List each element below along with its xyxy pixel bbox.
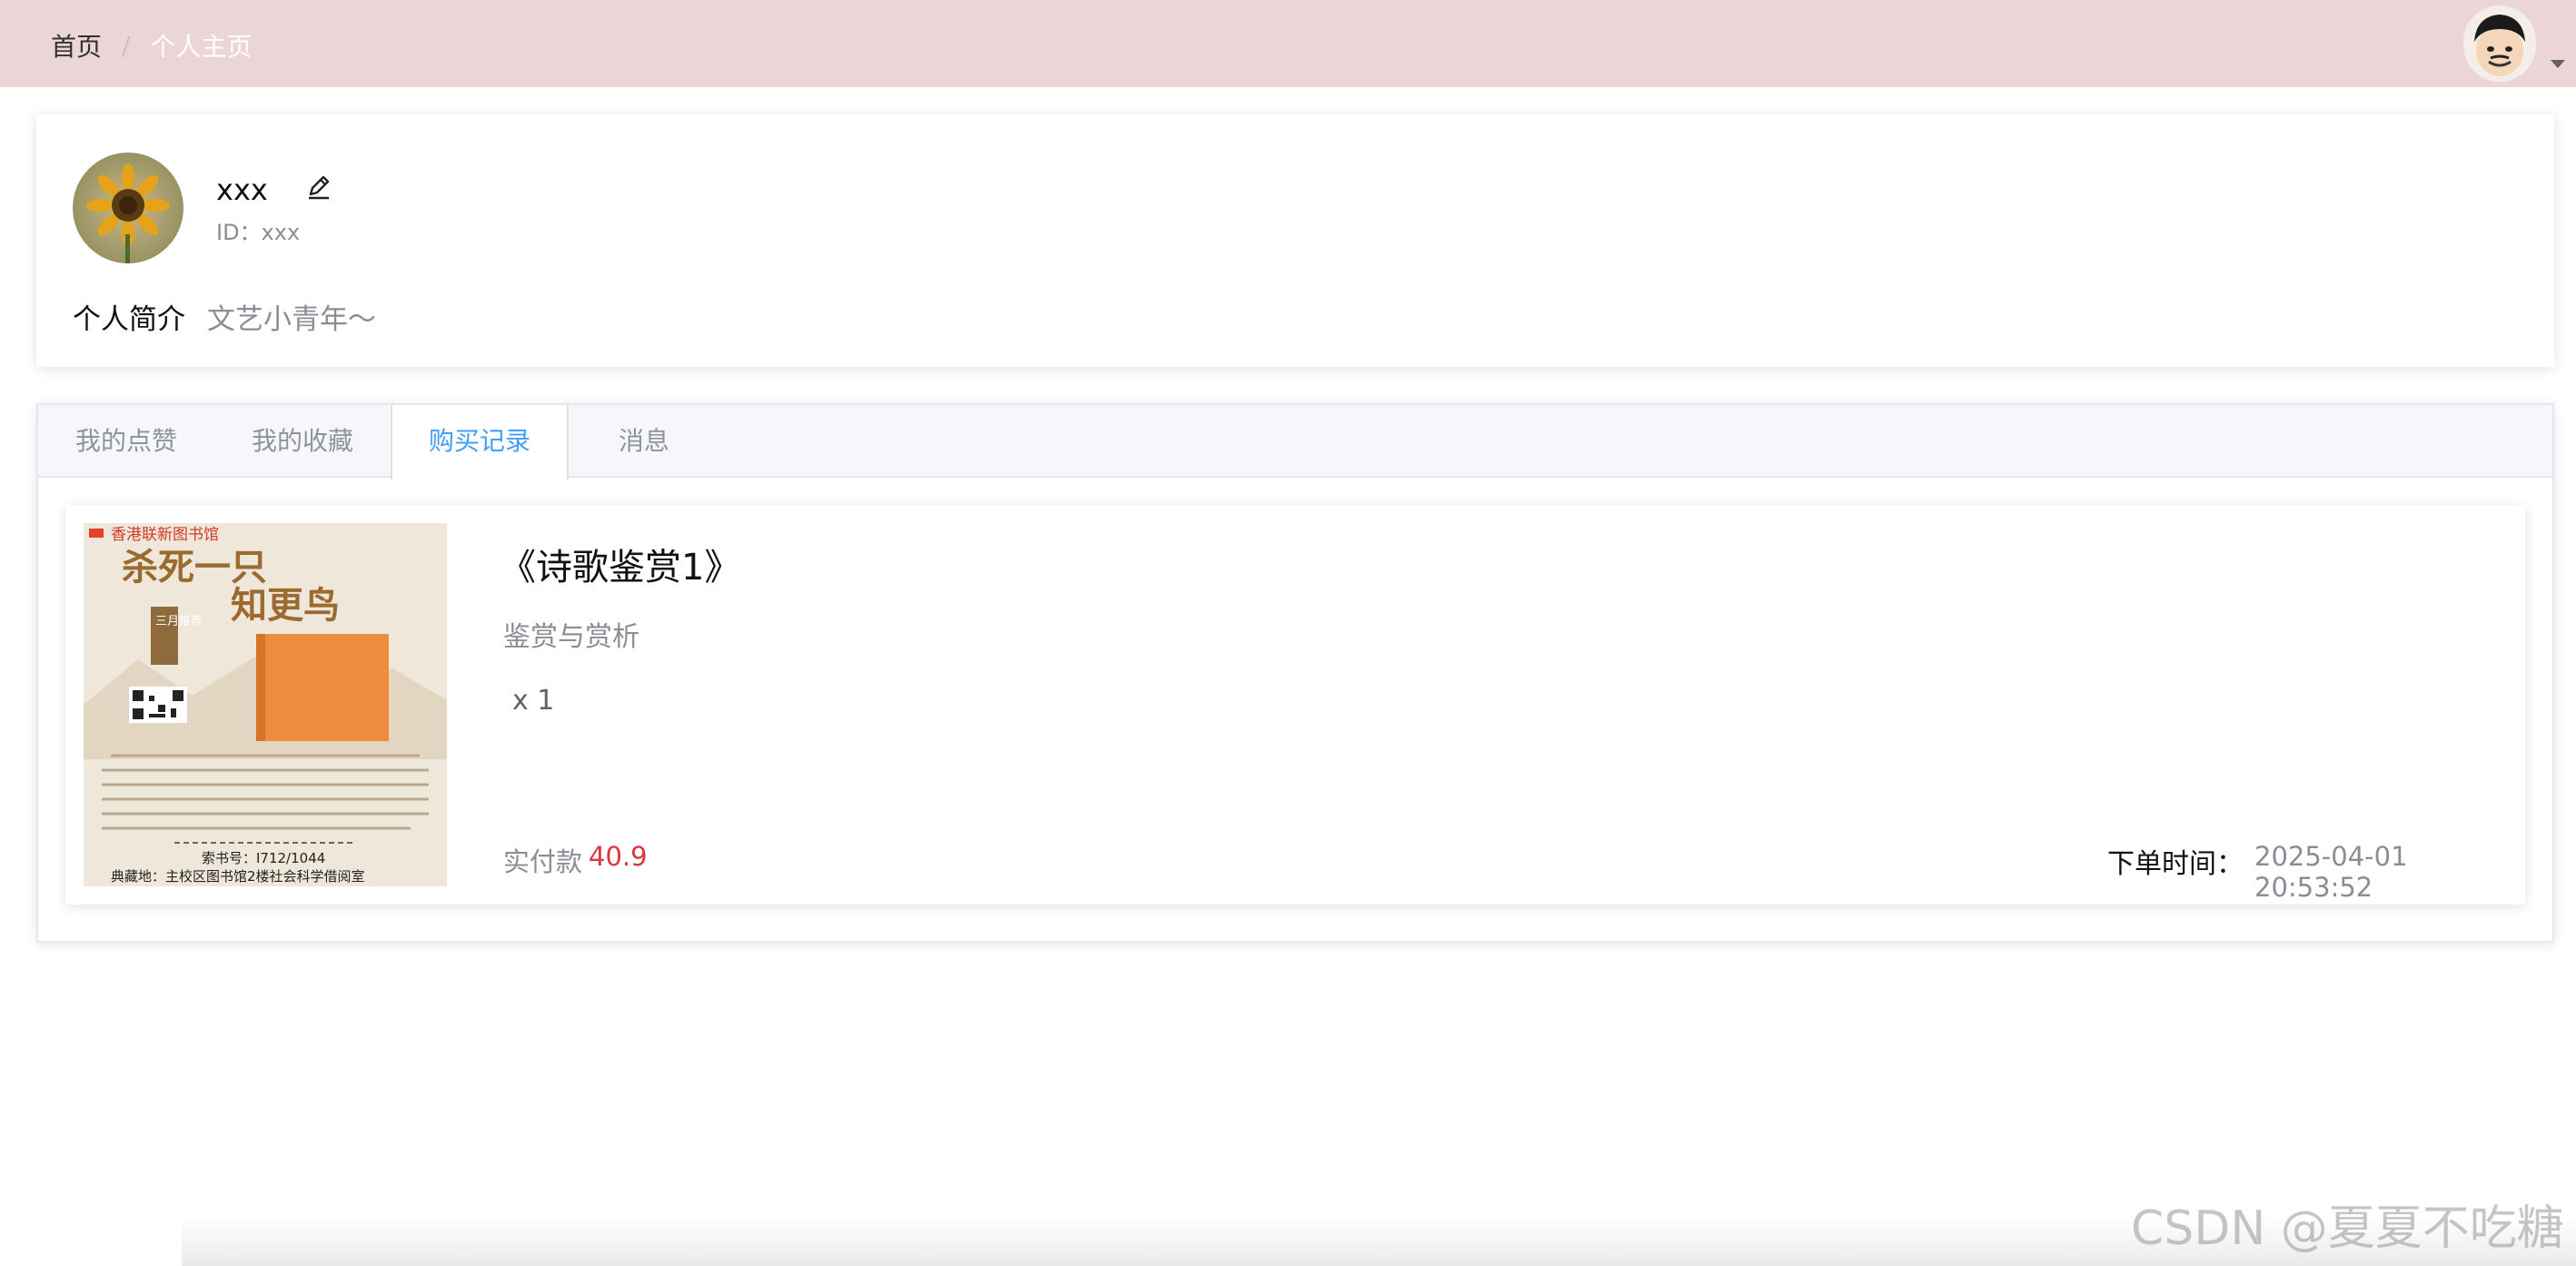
breadcrumb-home[interactable]: 首页 <box>51 27 102 64</box>
order-time-label: 下单时间： <box>2107 848 2244 880</box>
profile-name: xxx <box>216 173 268 207</box>
caret-down-icon[interactable] <box>2551 60 2565 68</box>
cover-banner: 香港联新图书馆 <box>111 526 219 544</box>
cover-tag: 三月推荐 <box>155 615 203 628</box>
profile-avatar <box>73 153 183 263</box>
tab-messages[interactable]: 消息 <box>569 405 719 478</box>
paid-amount: 40.9 <box>589 841 648 872</box>
cover-call-number: 索书号：I712/1044 <box>202 850 325 866</box>
tab-purchases[interactable]: 购买记录 <box>391 405 569 480</box>
cover-location: 典藏地：主校区图书馆2楼社会科学借阅室 <box>111 868 365 885</box>
profile-card: xxx ID：xxx 个人简介 文艺小青年～ <box>36 114 2554 367</box>
order-card[interactable]: 香港联新图书馆 杀死一只 知更鸟 三月推荐 索书号：I712/1044 典藏地：… <box>65 505 2525 905</box>
tab-likes[interactable]: 我的点赞 <box>38 405 214 478</box>
top-bar: 首页 / 个人主页 <box>0 0 2576 87</box>
tab-header: 我的点赞 我的收藏 购买记录 消息 <box>38 405 2552 480</box>
paid-label: 实付款 <box>503 846 583 877</box>
intro-text: 文艺小青年～ <box>207 303 376 336</box>
cover-title-line2: 知更鸟 <box>231 584 340 627</box>
breadcrumb: 首页 / 个人主页 <box>51 27 252 64</box>
profile-id: ID：xxx <box>216 220 301 245</box>
tabs-card: 我的点赞 我的收藏 购买记录 消息 香港联新图书馆 杀死一只 知更鸟 三月推荐 <box>36 403 2554 943</box>
breadcrumb-current: 个人主页 <box>150 32 253 62</box>
edit-icon[interactable] <box>303 171 334 202</box>
intro-label: 个人简介 <box>73 303 185 336</box>
book-quantity: x 1 <box>512 685 555 717</box>
book-title[interactable]: 《诗歌鉴赏1》 <box>500 538 740 590</box>
order-time-value: 2025-04-01 20:53:52 <box>2254 841 2408 903</box>
user-avatar[interactable] <box>2463 5 2536 82</box>
cover-title-line1: 杀死一只 <box>122 546 267 588</box>
book-subtitle: 鉴赏与赏析 <box>503 621 639 653</box>
breadcrumb-separator: / <box>122 30 131 61</box>
watermark: CSDN @夏夏不吃糖 <box>2131 1202 2564 1256</box>
book-cover-image[interactable]: 香港联新图书馆 杀死一只 知更鸟 三月推荐 索书号：I712/1044 典藏地：… <box>84 523 447 886</box>
tab-favorites[interactable]: 我的收藏 <box>214 405 391 478</box>
